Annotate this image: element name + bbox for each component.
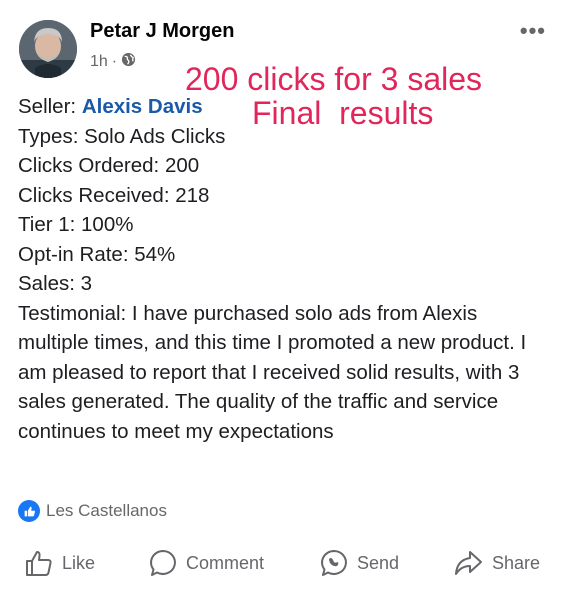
post-time[interactable]: 1h [90, 53, 108, 71]
seller-label: Seller: [18, 95, 77, 118]
like-reaction-icon [18, 500, 40, 522]
overlay-headline: 200 clicks for 3 sales [185, 61, 483, 97]
share-label: Share [492, 552, 541, 573]
tier1-line: Tier 1: 100% [18, 213, 134, 236]
reactions-summary[interactable]: Les Castellanos [18, 500, 167, 522]
seller-line: Seller: Alexis Davis [18, 92, 553, 122]
comment-button[interactable]: Comment [148, 548, 264, 578]
seller-name-link[interactable]: Alexis Davis [82, 95, 203, 118]
thumbs-up-icon [24, 548, 54, 578]
like-label: Like [62, 552, 96, 573]
author-avatar[interactable] [19, 20, 77, 78]
messenger-icon [319, 548, 349, 578]
comment-bubble-icon [148, 548, 178, 578]
clicks-ordered-line: Clicks Ordered: 200 [18, 154, 200, 177]
reaction-names: Les Castellanos [46, 501, 167, 520]
post-body: Seller: Alexis Davis Types: Solo Ads Cli… [18, 92, 553, 446]
send-button[interactable]: Send [319, 548, 399, 578]
comment-label: Comment [186, 552, 265, 573]
action-bar: Like Comment Send Share [0, 548, 563, 590]
meta-separator: · [111, 53, 118, 70]
globe-icon [121, 52, 136, 72]
optin-line: Opt-in Rate: 54% [18, 242, 176, 266]
types-line: Types: Solo Ads Clicks [18, 124, 226, 148]
post-meta: 1h · [90, 52, 136, 72]
testimonial-text: Testimonial: I have purchased solo ads f… [18, 301, 527, 443]
share-arrow-icon [452, 548, 484, 578]
share-button[interactable]: Share [452, 548, 540, 578]
send-label: Send [357, 552, 400, 573]
sales-line: Sales: 3 [18, 272, 93, 295]
author-name[interactable]: Petar J Morgen [90, 20, 234, 43]
like-button[interactable]: Like [24, 548, 95, 578]
clicks-received-line: Clicks Received: 218 [18, 183, 210, 207]
more-options-icon[interactable]: ••• [520, 18, 546, 44]
